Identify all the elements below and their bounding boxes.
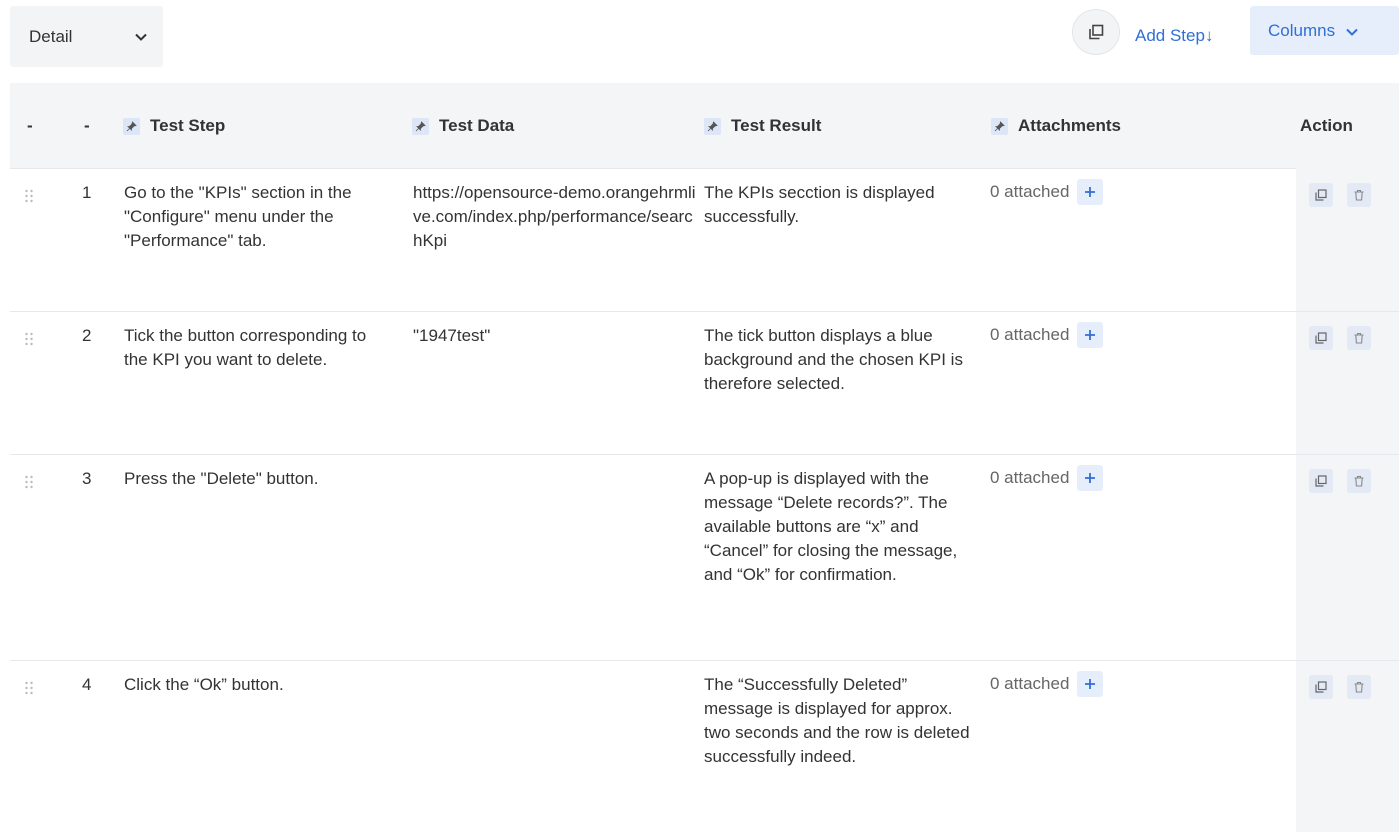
- table-header: - - Test Step Test Data Test Result Atta…: [10, 83, 1399, 169]
- arrow-down-icon: ↓: [1204, 26, 1214, 45]
- add-attachment-button[interactable]: [1077, 465, 1104, 491]
- test-data-cell[interactable]: "1947test": [413, 324, 698, 348]
- duplicate-step-button[interactable]: [1309, 675, 1333, 699]
- test-step-cell[interactable]: Click the “Ok” button.: [124, 673, 406, 697]
- table-row: 1 Go to the "KPIs" section in the "Confi…: [10, 169, 1399, 312]
- attachments-count: 0 attached: [990, 674, 1070, 693]
- table-row: 2 Tick the button corresponding to the K…: [10, 312, 1399, 455]
- attachments-cell: 0 attached: [990, 322, 1104, 348]
- test-result-cell[interactable]: The KPIs secction is displayed successfu…: [704, 181, 972, 229]
- trash-icon: [1354, 681, 1364, 693]
- copy-steps-button[interactable]: [1072, 9, 1120, 55]
- pin-icon[interactable]: [412, 117, 429, 135]
- trash-icon: [1354, 189, 1364, 201]
- duplicate-icon: [1315, 189, 1327, 201]
- columns-label: Columns: [1268, 20, 1336, 40]
- header-test-step[interactable]: Test Step: [123, 83, 225, 169]
- add-attachment-button[interactable]: [1077, 179, 1104, 205]
- add-attachment-button[interactable]: [1077, 671, 1104, 697]
- attachments-count: 0 attached: [990, 468, 1070, 487]
- row-index: 3: [82, 469, 92, 488]
- delete-step-button[interactable]: [1347, 326, 1371, 350]
- view-mode-label: Detail: [29, 26, 73, 46]
- plus-icon: [1085, 187, 1096, 197]
- drag-handle-icon[interactable]: [24, 332, 34, 346]
- add-attachment-button[interactable]: [1077, 322, 1104, 348]
- test-result-cell[interactable]: The tick button displays a blue backgrou…: [704, 324, 972, 396]
- row-index: 1: [82, 183, 92, 202]
- pin-icon[interactable]: [123, 117, 140, 135]
- header-action: Action: [1300, 116, 1353, 135]
- duplicate-icon: [1315, 681, 1327, 693]
- plus-icon: [1085, 330, 1096, 340]
- test-step-cell[interactable]: Tick the button corresponding to the KPI…: [124, 324, 406, 372]
- header-test-data-label: Test Data: [439, 116, 515, 135]
- attachments-count: 0 attached: [990, 325, 1070, 344]
- trash-icon: [1354, 475, 1364, 487]
- chevron-down-icon: [1346, 28, 1358, 36]
- test-result-cell[interactable]: A pop-up is displayed with the message “…: [704, 467, 972, 587]
- header-test-result-label: Test Result: [731, 116, 822, 135]
- attachments-cell: 0 attached: [990, 179, 1104, 205]
- duplicate-step-button[interactable]: [1309, 183, 1333, 207]
- test-result-cell[interactable]: The “Successfully Deleted” message is di…: [704, 673, 972, 769]
- table-row: 3 Press the "Delete" button. A pop-up is…: [10, 455, 1399, 661]
- test-data-cell[interactable]: https://opensource-demo.orangehrmlive.co…: [413, 181, 698, 253]
- attachments-count: 0 attached: [990, 182, 1070, 201]
- delete-step-button[interactable]: [1347, 469, 1371, 493]
- drag-handle-icon[interactable]: [24, 189, 34, 203]
- header-attachments[interactable]: Attachments: [991, 83, 1121, 169]
- plus-icon: [1085, 679, 1096, 689]
- row-index: 4: [82, 675, 92, 694]
- attachments-cell: 0 attached: [990, 671, 1104, 697]
- drag-handle-icon[interactable]: [24, 681, 34, 695]
- attachments-cell: 0 attached: [990, 465, 1104, 491]
- test-step-cell[interactable]: Press the "Delete" button.: [124, 467, 406, 491]
- copy-icon: [1089, 24, 1104, 40]
- row-index: 2: [82, 326, 92, 345]
- duplicate-icon: [1315, 475, 1327, 487]
- header-test-step-label: Test Step: [150, 116, 226, 135]
- duplicate-step-button[interactable]: [1309, 469, 1333, 493]
- drag-handle-icon[interactable]: [24, 475, 34, 489]
- trash-icon: [1354, 332, 1364, 344]
- delete-step-button[interactable]: [1347, 675, 1371, 699]
- view-mode-select[interactable]: Detail: [10, 6, 163, 67]
- add-step-label: Add Step: [1135, 26, 1205, 45]
- header-drag: -: [27, 116, 33, 135]
- table-row: 4 Click the “Ok” button. The “Successful…: [10, 661, 1399, 832]
- header-attachments-label: Attachments: [1018, 116, 1121, 135]
- chevron-down-icon: [135, 33, 147, 41]
- pin-icon[interactable]: [991, 117, 1008, 135]
- header-index: -: [84, 116, 90, 135]
- duplicate-step-button[interactable]: [1309, 326, 1333, 350]
- plus-icon: [1085, 473, 1096, 483]
- columns-button[interactable]: Columns: [1250, 6, 1399, 55]
- header-test-data[interactable]: Test Data: [412, 83, 514, 169]
- delete-step-button[interactable]: [1347, 183, 1371, 207]
- pin-icon[interactable]: [704, 117, 721, 135]
- add-step-button[interactable]: Add Step↓: [1135, 26, 1213, 46]
- duplicate-icon: [1315, 332, 1327, 344]
- test-step-cell[interactable]: Go to the "KPIs" section in the "Configu…: [124, 181, 406, 253]
- header-test-result[interactable]: Test Result: [704, 83, 821, 169]
